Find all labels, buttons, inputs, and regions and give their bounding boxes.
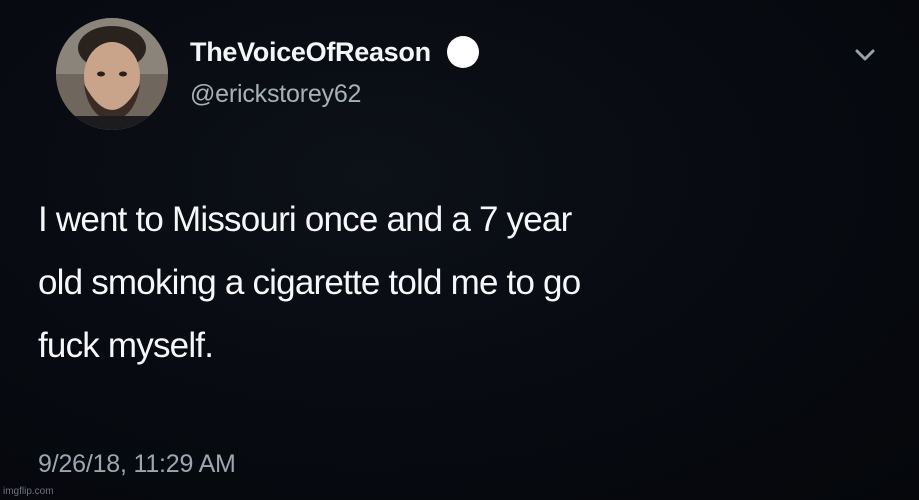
tweet-text-line: fuck myself. xyxy=(38,326,214,365)
tweet-text-line: I went to Missouri once and a 7 year xyxy=(38,200,572,239)
verified-badge-icon xyxy=(443,32,483,72)
avatar-photo xyxy=(56,18,168,130)
tweet-text-line: old smoking a cigarette told me to go xyxy=(38,263,581,302)
watermark: imgflip.com xyxy=(3,486,54,497)
author-handle[interactable]: @erickstorey62 xyxy=(190,80,361,109)
tweet-timestamp[interactable]: 9/26/18, 11:29 AM xyxy=(38,450,236,479)
chevron-down-icon[interactable] xyxy=(850,40,880,70)
avatar[interactable] xyxy=(56,18,168,130)
tweet-text: I went to Missouri once and a 7 year old… xyxy=(38,188,878,377)
display-name[interactable]: TheVoiceOfReason xyxy=(190,37,431,68)
author-name-row: TheVoiceOfReason xyxy=(190,32,483,72)
tweet-card: TheVoiceOfReason @erickstorey62 I went t… xyxy=(0,0,919,500)
